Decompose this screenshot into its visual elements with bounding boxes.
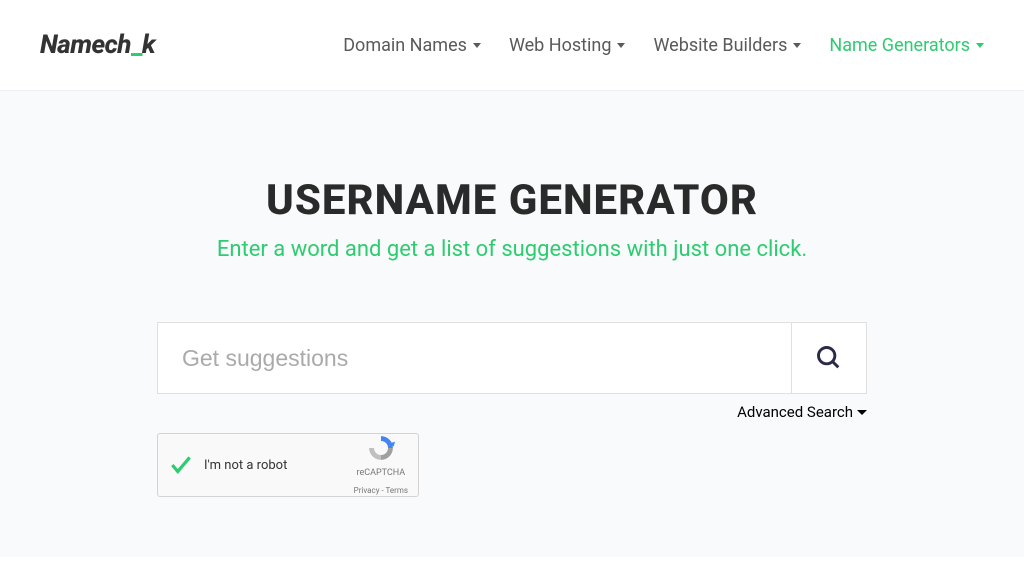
chevron-down-icon <box>473 43 481 48</box>
main-content: USERNAME GENERATOR Enter a word and get … <box>0 91 1024 557</box>
chevron-down-icon <box>617 43 625 48</box>
logo-text-1: Namech <box>40 30 131 60</box>
page-title: USERNAME GENERATOR <box>20 176 1004 225</box>
chevron-down-icon <box>976 43 984 48</box>
advanced-search-link[interactable]: Advanced Search <box>737 403 867 421</box>
nav-website-builders[interactable]: Website Builders <box>653 35 801 56</box>
site-logo[interactable]: Namech_k <box>40 30 155 60</box>
nav-item-label: Web Hosting <box>509 35 612 56</box>
search-button[interactable] <box>791 323 866 393</box>
recaptcha-links: Privacy - Terms <box>354 486 408 495</box>
nav-item-label: Name Generators <box>829 35 970 56</box>
recaptcha-brand-text: reCAPTCHA <box>354 468 408 478</box>
recaptcha-widget[interactable]: I'm not a robot reCAPTCHA Privacy - Term… <box>157 433 419 497</box>
checkmark-icon <box>168 452 194 478</box>
nav-web-hosting[interactable]: Web Hosting <box>509 35 626 56</box>
caret-down-icon <box>857 410 867 415</box>
recaptcha-label: I'm not a robot <box>204 458 354 473</box>
search-icon <box>815 344 843 372</box>
nav-item-label: Domain Names <box>343 35 467 56</box>
site-header: Namech_k Domain Names Web Hosting Websit… <box>0 0 1024 91</box>
page-subtitle: Enter a word and get a list of suggestio… <box>20 237 1004 262</box>
advanced-search-row: Advanced Search <box>157 402 867 421</box>
search-input[interactable] <box>158 323 791 393</box>
nav-domain-names[interactable]: Domain Names <box>343 35 481 56</box>
recaptcha-logo-icon <box>367 434 395 462</box>
nav-name-generators[interactable]: Name Generators <box>829 35 984 56</box>
search-box <box>157 322 867 394</box>
logo-text-2: k <box>142 30 155 60</box>
logo-underscore: _ <box>131 30 142 60</box>
nav-item-label: Website Builders <box>653 35 787 56</box>
recaptcha-checkbox[interactable] <box>168 452 194 478</box>
search-container: Advanced Search I'm not a robot reCAPTCH… <box>157 322 867 497</box>
chevron-down-icon <box>793 43 801 48</box>
recaptcha-branding: reCAPTCHA Privacy - Terms <box>354 434 408 497</box>
main-nav: Domain Names Web Hosting Website Builder… <box>343 35 984 56</box>
advanced-search-label: Advanced Search <box>737 403 853 421</box>
